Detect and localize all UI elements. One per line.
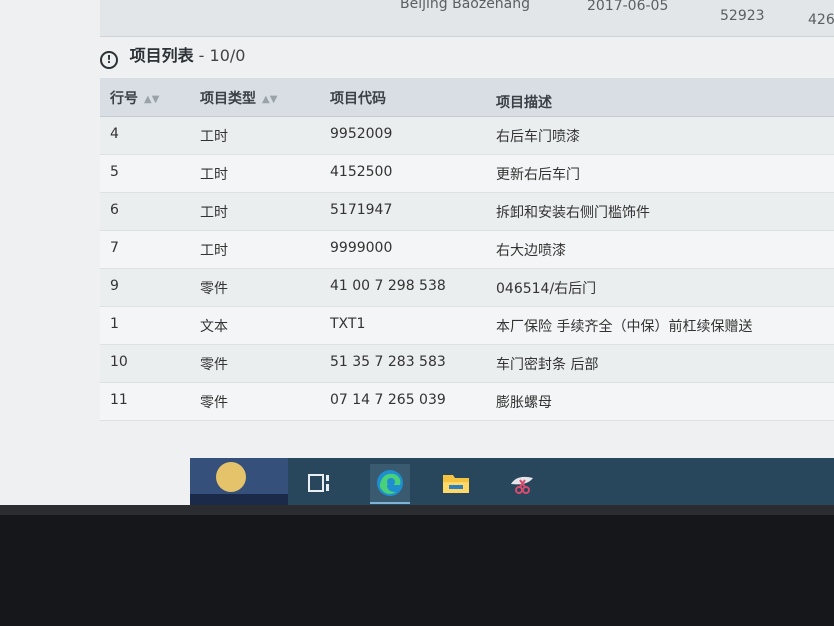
snipping-tool-icon[interactable] [502,464,542,502]
hills-shape [190,494,288,505]
cell-item-type: 工时 [200,129,228,145]
col-header-item-type[interactable]: 项目类型 ▲▼ [200,88,277,108]
task-view-icon[interactable] [300,464,340,502]
cell-item-code: 4152500 [330,164,393,180]
edge-browser-icon[interactable] [370,464,410,504]
cell-item-desc: 右大边喷漆 [496,243,566,259]
cell-item-type: 零件 [200,357,228,373]
cell-line-no: 5 [110,164,119,180]
record-date: 2017-06-05 [587,0,669,14]
table-row[interactable]: 11 零件 07 14 7 265 039 膨胀螺母 [100,383,834,421]
moon-icon [216,462,246,492]
sort-icon[interactable]: ▲▼ [144,94,159,105]
previous-record-row: Beijing Baozehang 2017-06-05 52923 4261 [100,0,834,37]
cell-item-code: 5171947 [330,202,393,218]
table-header: 行号 ▲▼ 项目类型 ▲▼ 项目代码 项目描述 [100,78,834,117]
cell-line-no: 7 [110,240,119,256]
cell-item-type: 零件 [200,395,228,411]
col-header-item-code[interactable]: 项目代码 [330,88,386,108]
table-row[interactable]: 5 工时 4152500 更新右后车门 [100,155,834,193]
table-row[interactable]: 6 工时 5171947 拆卸和安装右侧门槛饰件 [100,193,834,231]
cell-item-type: 工时 [200,167,228,183]
cell-item-type: 工时 [200,205,228,221]
col-header-line-no[interactable]: 行号 ▲▼ [110,88,159,108]
cell-item-code: TXT1 [330,316,366,332]
taskbar [190,458,834,505]
table-row[interactable]: 1 文本 TXT1 本厂保险 手续齐全（中保）前杠续保赠送 [100,307,834,345]
bezel-edge [0,505,834,515]
cell-line-no: 9 [110,278,119,294]
record-name: Beijing Baozehang [400,0,531,12]
file-explorer-icon[interactable] [436,464,476,502]
cell-line-no: 4 [110,126,119,142]
cell-item-desc: 拆卸和安装右侧门槛饰件 [496,205,650,221]
cell-line-no: 1 [110,316,119,332]
cell-item-code: 9999000 [330,240,393,256]
cell-item-code: 9952009 [330,126,393,142]
table-row[interactable]: 7 工时 9999000 右大边喷漆 [100,231,834,269]
table-row[interactable]: 4 工时 9952009 右后车门喷漆 [100,117,834,155]
cell-item-desc: 046514/右后门 [496,281,597,297]
cell-item-desc: 本厂保险 手续齐全（中保）前杠续保赠送 [496,319,753,335]
list-count: - 10/0 [193,46,246,65]
record-number-1: 52923 [720,8,765,24]
cell-item-type: 文本 [200,319,228,335]
cell-item-code: 41 00 7 298 538 [330,278,446,294]
items-table: 行号 ▲▼ 项目类型 ▲▼ 项目代码 项目描述 4 工时 9952009 右后车门喷漆 5… [100,78,834,421]
wallpaper-thumbnail[interactable] [190,458,288,505]
cell-item-desc: 更新右后车门 [496,167,580,183]
cell-item-type: 零件 [200,281,228,297]
table-row[interactable]: 10 零件 51 35 7 283 583 车门密封条 后部 [100,345,834,383]
cell-item-code: 51 35 7 283 583 [330,354,446,370]
table-body: 4 工时 9952009 右后车门喷漆 5 工时 4152500 更新右后车门 6 工时 517… [100,117,834,421]
cell-item-type: 工时 [200,243,228,259]
cell-item-code: 07 14 7 265 039 [330,392,446,408]
record-number-2: 4261 [808,12,834,28]
list-title: 项目列表 [129,46,194,65]
screen: Beijing Baozehang 2017-06-05 52923 4261 … [0,0,834,505]
cell-item-desc: 膨胀螺母 [496,395,552,411]
list-header: ! 项目列表 - 10/0 [100,42,245,69]
col-header-item-desc[interactable]: 项目描述 [496,92,552,112]
table-row[interactable]: 9 零件 41 00 7 298 538 046514/右后门 [100,269,834,307]
cell-item-desc: 右后车门喷漆 [496,129,580,145]
cell-line-no: 10 [110,354,128,370]
cell-line-no: 11 [110,392,128,408]
info-icon: ! [100,51,118,69]
cell-item-desc: 车门密封条 后部 [496,357,599,373]
sort-icon[interactable]: ▲▼ [262,94,277,105]
monitor-bezel [0,505,834,626]
cell-line-no: 6 [110,202,119,218]
